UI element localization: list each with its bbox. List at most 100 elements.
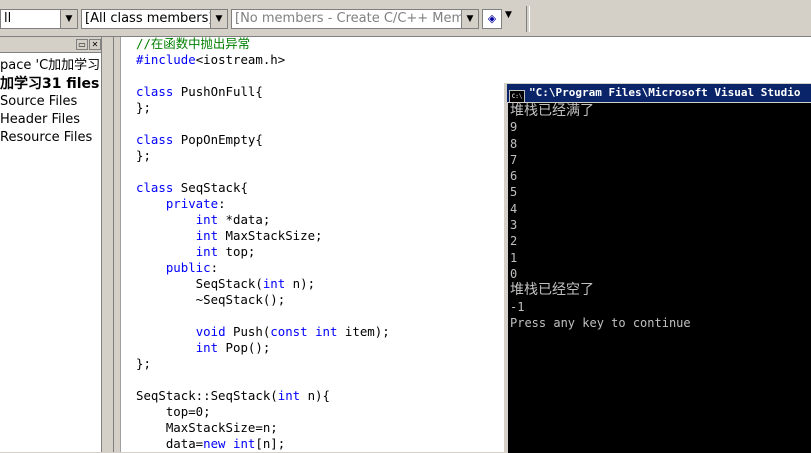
code-text: ~SeqStack(); bbox=[136, 292, 286, 307]
code-keyword: #include bbox=[136, 52, 196, 67]
code-keyword: class bbox=[136, 84, 174, 99]
code-keyword: int bbox=[233, 436, 256, 451]
toolbar-separator bbox=[526, 6, 530, 32]
workspace-pane: ▭ ✕ pace 'C加加学习 加学习31 files Source Files He… bbox=[0, 37, 102, 452]
code-keyword: int bbox=[315, 324, 338, 339]
chevron-down-icon[interactable]: ▼ bbox=[60, 10, 77, 28]
code-line: SeqStack::SeqStack(int n){ bbox=[136, 388, 390, 404]
scope-combo[interactable]: ll ▼ bbox=[0, 9, 78, 29]
code-text: <iostream.h> bbox=[195, 52, 286, 67]
pane-splitter[interactable] bbox=[114, 37, 121, 452]
console-line: 4 bbox=[510, 201, 518, 216]
code-text: }; bbox=[136, 148, 151, 163]
code-text: MaxStackSize; bbox=[218, 228, 323, 243]
close-icon[interactable]: ✕ bbox=[89, 39, 101, 50]
code-line: int *data; bbox=[136, 212, 390, 228]
wizard-toolbar: ll ▼ [All class members] ▼ [No members -… bbox=[0, 0, 811, 37]
code-text: top=0; bbox=[136, 404, 211, 419]
tree-item[interactable]: Header Files bbox=[0, 111, 100, 129]
code-keyword: int bbox=[195, 212, 219, 227]
members-combo-value: [No members - Create C/C++ Member] bbox=[235, 11, 478, 26]
code-text: SeqStack( bbox=[136, 276, 263, 291]
code-text: data= bbox=[136, 436, 204, 451]
code-text: }; bbox=[136, 100, 151, 115]
members-combo[interactable]: [No members - Create C/C++ Member] ▼ bbox=[231, 9, 479, 29]
code-text: Pop(); bbox=[218, 340, 271, 355]
code-keyword: new bbox=[203, 436, 226, 451]
console-output: 堆栈已经满了 9 8 7 6 5 4 3 2 1 0 堆栈已经空了 -1 Press any key to… bbox=[508, 103, 811, 453]
console-title: "C:\Program Files\Microsoft Visual Studi… bbox=[529, 86, 801, 99]
console-window: C:\ "C:\Program Files\Microsoft Visual St… bbox=[503, 82, 811, 453]
code-line: int Pop(); bbox=[136, 340, 390, 356]
console-line: -1 bbox=[510, 299, 525, 314]
code-keyword: const bbox=[270, 324, 308, 339]
code-line: int MaxStackSize; bbox=[136, 228, 390, 244]
code-text: n); bbox=[285, 276, 316, 291]
console-titlebar[interactable]: C:\ "C:\Program Files\Microsoft Visual St… bbox=[507, 84, 811, 102]
code-keyword: int bbox=[195, 228, 219, 243]
restore-icon[interactable]: ▭ bbox=[76, 39, 88, 50]
code-text: }; bbox=[136, 356, 151, 371]
console-line: 堆栈已经满了 bbox=[510, 103, 594, 119]
code-text: *data; bbox=[218, 212, 271, 227]
wizard-action-icon[interactable]: ◈ bbox=[482, 9, 502, 29]
chevron-down-icon[interactable]: ▼ bbox=[505, 10, 512, 20]
code-line: int top; bbox=[136, 244, 390, 260]
code-line: SeqStack(int n); bbox=[136, 276, 390, 292]
code-line: }; bbox=[136, 148, 390, 164]
code-line: //在函数中抛出异常 bbox=[136, 37, 390, 52]
class-combo[interactable]: [All class members] ▼ bbox=[81, 9, 228, 29]
code-text: Push( bbox=[225, 324, 271, 339]
code-text: : bbox=[218, 196, 226, 211]
editor-gutter bbox=[102, 37, 114, 452]
code-text: top; bbox=[218, 244, 256, 259]
console-line: 2 bbox=[510, 234, 518, 249]
console-line: 1 bbox=[510, 250, 518, 265]
code-keyword: int bbox=[195, 340, 219, 355]
console-line: Press any key to continue bbox=[510, 315, 691, 330]
console-line: 9 bbox=[510, 120, 518, 135]
code-text: n){ bbox=[300, 388, 330, 403]
source-code: //在函数中抛出异常 #include<iostream.h> class Push… bbox=[136, 37, 390, 452]
code-keyword: private bbox=[165, 196, 219, 211]
code-keyword: int bbox=[195, 244, 219, 259]
code-line: class PopOnEmpty{ bbox=[136, 132, 390, 148]
code-line: data=new int[n]; bbox=[136, 436, 390, 452]
chevron-down-icon[interactable]: ▼ bbox=[461, 10, 478, 28]
code-text: [n]; bbox=[255, 436, 286, 451]
code-keyword: class bbox=[136, 132, 174, 147]
code-line: top=0; bbox=[136, 404, 390, 420]
code-line: MaxStackSize=n; bbox=[136, 420, 390, 436]
code-line: class SeqStack{ bbox=[136, 180, 390, 196]
console-line: 3 bbox=[510, 218, 518, 233]
console-line: 堆栈已经空了 bbox=[510, 282, 594, 299]
code-text: PushOnFull{ bbox=[173, 84, 263, 99]
code-text: SeqStack::SeqStack( bbox=[136, 388, 278, 403]
code-line: public: bbox=[136, 260, 390, 276]
console-line: 8 bbox=[510, 136, 518, 151]
code-keyword: void bbox=[195, 324, 226, 339]
tree-item[interactable]: Resource Files bbox=[0, 129, 100, 147]
tree-item[interactable]: pace 'C加加学习 bbox=[0, 57, 100, 75]
chevron-down-icon[interactable]: ▼ bbox=[210, 10, 227, 28]
code-text: SeqStack{ bbox=[173, 180, 248, 195]
code-line: ~SeqStack(); bbox=[136, 292, 390, 308]
code-comment: //在函数中抛出异常 bbox=[136, 37, 251, 51]
workspace-pane-header: ▭ ✕ bbox=[0, 37, 101, 53]
tree-item[interactable]: Source Files bbox=[0, 93, 100, 111]
file-tree: pace 'C加加学习 加学习31 files Source Files Header… bbox=[0, 57, 100, 147]
code-text: PopOnEmpty{ bbox=[173, 132, 263, 147]
tree-item[interactable]: 加学习31 files bbox=[0, 75, 100, 93]
code-line: }; bbox=[136, 356, 390, 372]
code-text: MaxStackSize=n; bbox=[136, 420, 278, 435]
